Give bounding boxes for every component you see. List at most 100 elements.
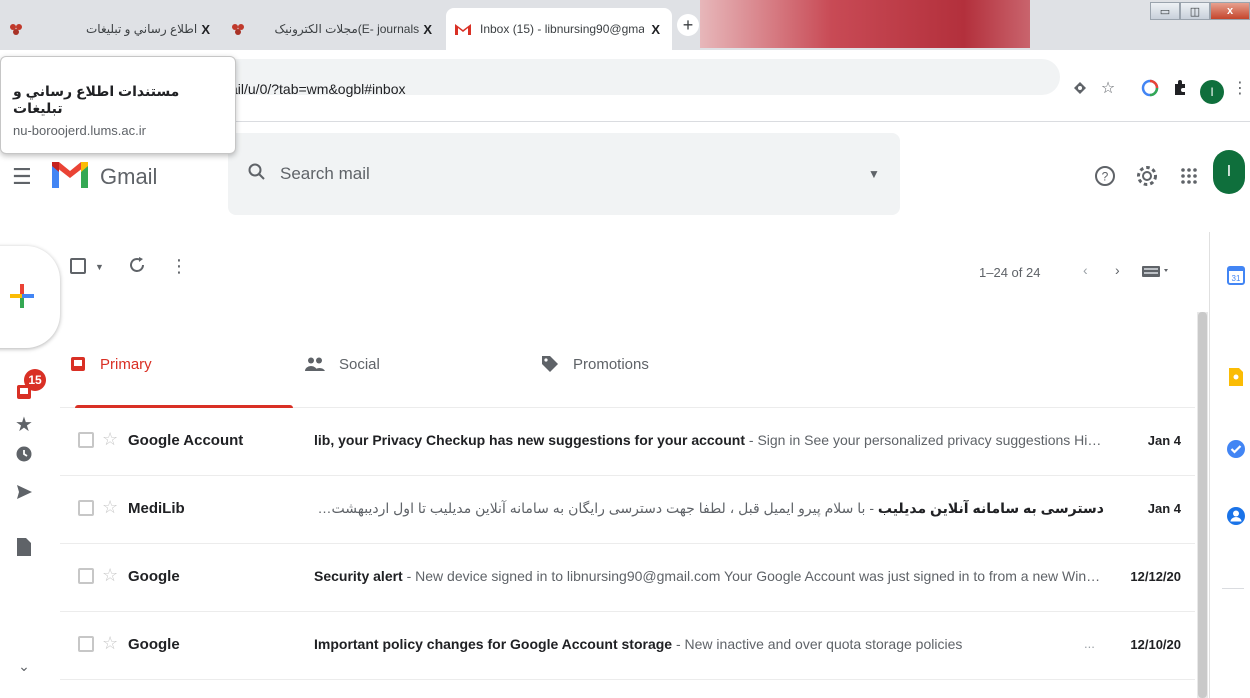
browser-profile-avatar[interactable]: I — [1200, 80, 1224, 104]
select-all-checkbox[interactable] — [70, 258, 86, 274]
email-snippet: - Sign in See your personalized privacy … — [748, 432, 1104, 448]
url-text[interactable]: ail/u/0/?tab=wm&ogbl#inbox — [230, 81, 406, 97]
email-sender: MediLib — [128, 500, 185, 517]
window-close-icon[interactable]: x — [1210, 2, 1250, 20]
select-chevron-down-icon[interactable]: ▼ — [95, 262, 104, 272]
sent-icon[interactable] — [10, 478, 38, 506]
primary-inbox-icon — [70, 356, 86, 372]
tab-close-icon[interactable]: X — [647, 22, 664, 37]
new-tab-icon[interactable]: + — [677, 14, 699, 36]
email-checkbox[interactable] — [78, 500, 94, 516]
site-logo-icon — [230, 20, 246, 38]
tab-promotions[interactable]: Promotions — [541, 320, 771, 408]
gmail-logo-icon[interactable] — [50, 160, 90, 195]
email-subject: Security alert — [314, 568, 403, 584]
email-date: Jan 4 — [1147, 433, 1181, 448]
more-options-icon[interactable]: ⋮ — [170, 256, 188, 277]
bookmark-star-icon[interactable]: ☆ — [1096, 76, 1120, 100]
email-snippet: - New device signed in to libnursing90@g… — [402, 568, 1104, 584]
browser-tab-1[interactable]: مستندات اطلاع رساني و تبليغات X — [0, 8, 222, 50]
email-row[interactable]: ☆ Google Security alert - New device sig… — [60, 544, 1195, 612]
star-icon[interactable]: ☆ — [102, 633, 118, 654]
help-icon[interactable]: ? — [1091, 162, 1119, 190]
tab-primary[interactable]: Primary — [70, 320, 296, 408]
side-panel-divider — [1222, 588, 1244, 589]
extensions-puzzle-icon[interactable] — [1168, 76, 1192, 100]
email-date: 12/12/20 — [1130, 569, 1181, 584]
keep-icon[interactable] — [1225, 366, 1247, 388]
svg-text:?: ? — [1102, 170, 1109, 184]
social-people-icon — [305, 357, 325, 371]
tab-title: Inbox (15) - libnursing90@gmail. — [480, 22, 644, 36]
older-chevron-right-icon[interactable]: › — [1115, 262, 1120, 278]
email-truncation: ... — [1084, 636, 1095, 651]
email-checkbox[interactable] — [78, 432, 94, 448]
apps-grid-icon[interactable] — [1175, 162, 1203, 190]
starred-icon[interactable]: ★ — [10, 410, 38, 438]
email-sender: Google Account — [128, 432, 244, 449]
calendar-icon[interactable]: 31 — [1225, 264, 1247, 286]
promotions-tag-icon — [541, 355, 559, 373]
star-icon[interactable]: ☆ — [102, 429, 118, 450]
drafts-file-icon[interactable] — [10, 512, 38, 582]
email-snippet: - New inactive and over quota storage po… — [672, 636, 963, 652]
tab-strip-background — [700, 0, 1030, 48]
tab-label: Primary — [100, 355, 152, 373]
refresh-icon[interactable] — [128, 256, 146, 279]
search-icon[interactable] — [248, 163, 266, 186]
contacts-icon[interactable] — [1225, 505, 1247, 527]
star-icon[interactable]: ☆ — [102, 565, 118, 586]
extension-circle-icon[interactable] — [1138, 76, 1162, 100]
search-input[interactable] — [280, 159, 840, 189]
tab-close-icon[interactable]: X — [197, 22, 214, 37]
snoozed-clock-icon[interactable] — [10, 440, 38, 468]
main-menu-icon[interactable]: ☰ — [12, 164, 32, 190]
email-content: Important policy changes for Google Acco… — [314, 636, 1014, 652]
tab-hover-tooltip: مستندات اطلاع رساني و تبليغات nu-borooje… — [0, 56, 236, 154]
category-tabs: Primary Social Promotions — [60, 320, 1195, 408]
email-checkbox[interactable] — [78, 568, 94, 584]
browser-menu-icon[interactable]: ⋮ — [1228, 76, 1250, 100]
email-subject: دسترسی به سامانه آنلاین مدیلیب — [877, 500, 1104, 516]
email-row[interactable]: ☆ Google Important policy changes for Go… — [60, 612, 1195, 680]
side-panel — [1209, 232, 1250, 698]
compose-button[interactable] — [0, 246, 60, 348]
search-bar[interactable]: ▼ — [228, 133, 900, 215]
tab-title: مستندات اطلاع رساني و تبليغات — [86, 22, 198, 36]
browser-tab-strip: مستندات اطلاع رساني و تبليغات X مجلات ال… — [0, 0, 1250, 50]
email-checkbox[interactable] — [78, 636, 94, 652]
tab-label: Promotions — [573, 355, 649, 373]
compose-plus-icon — [10, 284, 34, 308]
minimize-icon[interactable]: ▭ — [1150, 2, 1180, 20]
email-sender: Google — [128, 568, 180, 585]
email-row[interactable]: ☆ Google Account lib, your Privacy Check… — [60, 408, 1195, 476]
tab-label: Social — [339, 355, 380, 373]
email-content: Security alert - New device signed in to… — [314, 568, 1104, 584]
list-scrollbar-thumb[interactable] — [1198, 312, 1207, 698]
email-subject: Important policy changes for Google Acco… — [314, 636, 673, 652]
input-tools-keyboard-icon[interactable] — [1142, 264, 1172, 282]
tasks-icon[interactable] — [1225, 438, 1247, 460]
inbox-unread-badge: 15 — [24, 369, 46, 391]
account-avatar[interactable]: I — [1213, 150, 1245, 194]
gmail-favicon-icon — [454, 20, 472, 38]
extension-diamond-icon[interactable] — [1068, 76, 1092, 100]
search-options-chevron-icon[interactable]: ▼ — [868, 167, 880, 181]
pagination-count: 1–24 of 24 — [979, 265, 1041, 280]
browser-tab-2[interactable]: مجلات الکترونیک(E- journals) :: X — [222, 8, 444, 50]
email-sender: Google — [128, 636, 180, 653]
tab-close-icon[interactable]: X — [419, 22, 436, 37]
svg-text:31: 31 — [1232, 274, 1241, 283]
browser-tab-3[interactable]: Inbox (15) - libnursing90@gmail. X — [446, 8, 672, 50]
newer-chevron-left-icon[interactable]: ‹ — [1083, 262, 1088, 278]
tooltip-title: مستندات اطلاع رساني و تبليغات — [13, 83, 180, 116]
more-chevron-down-icon[interactable]: ⌄ — [10, 652, 38, 680]
maximize-icon[interactable]: ◫ — [1180, 2, 1210, 20]
tab-social[interactable]: Social — [305, 320, 535, 408]
tab-title: مجلات الکترونیک(E- journals) :: — [274, 22, 420, 36]
email-date: Jan 4 — [1147, 501, 1181, 516]
star-icon[interactable]: ☆ — [102, 497, 118, 518]
email-row[interactable]: ☆ MediLib دسترسی به سامانه آنلاین مدیلیب… — [60, 476, 1195, 544]
email-content: دسترسی به سامانه آنلاین مدیلیب - با سلام… — [314, 500, 1104, 517]
settings-gear-icon[interactable] — [1133, 162, 1161, 190]
